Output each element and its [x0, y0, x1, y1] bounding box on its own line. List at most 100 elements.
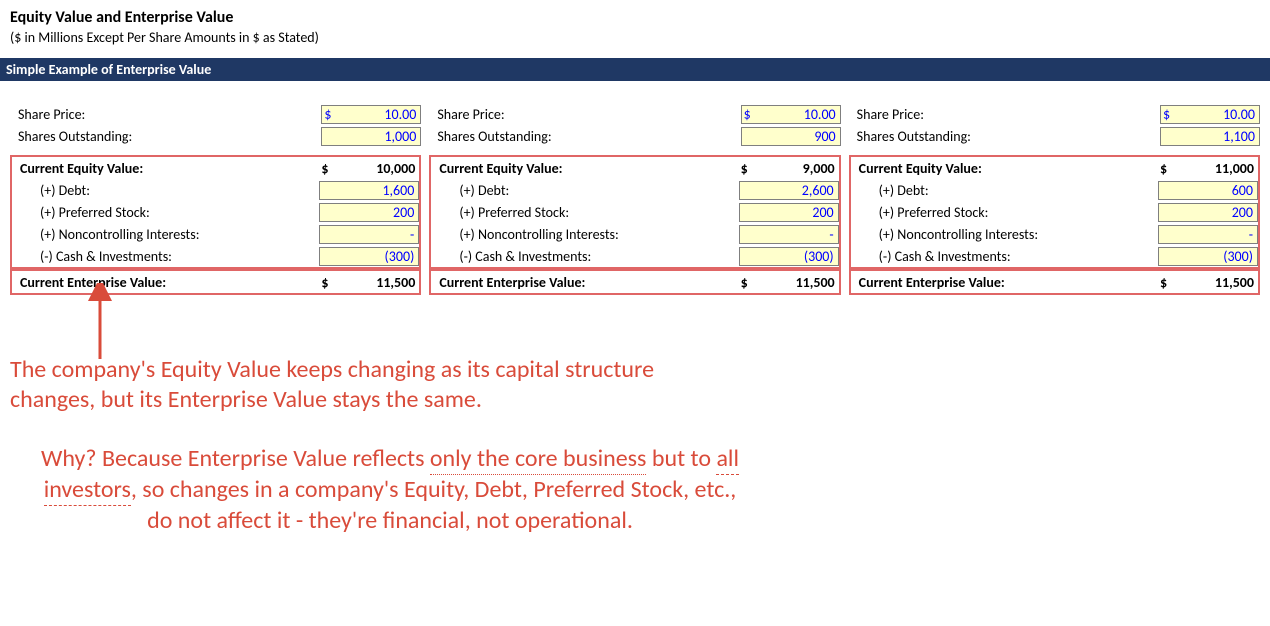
cell-enterprise-value: $ 11,500: [739, 274, 839, 291]
ev-row-box: Current Enterprise Value: $ 11,500: [849, 269, 1260, 295]
ann2-part-c: , so changes in a company's Equity, Debt…: [131, 475, 736, 535]
scenario-columns: Share Price: $ 10.00 Shares Outstanding:…: [0, 81, 1270, 295]
value-debt: 1,600: [320, 182, 414, 199]
label-nci: (+) Noncontrolling Interests:: [12, 226, 319, 243]
scenario-1: Share Price: $ 10.00 Shares Outstanding:…: [10, 103, 421, 295]
label-nci: (+) Noncontrolling Interests:: [851, 226, 1158, 243]
cell-debt: 1,600: [319, 181, 419, 200]
annotation-text-1: The company's Equity Value keeps changin…: [10, 355, 730, 415]
label-debt: (+) Debt:: [431, 182, 738, 199]
cell-debt: 2,600: [739, 181, 839, 200]
cell-equity-value: $ 11,000: [1158, 160, 1258, 177]
cell-preferred: 200: [319, 203, 419, 222]
cell-shares-outstanding: 1,000: [321, 127, 421, 146]
value-cash: (300): [1159, 248, 1253, 265]
currency-symbol: $: [322, 106, 337, 123]
value-enterprise-value: 11,500: [754, 274, 835, 291]
cell-share-price: $ 10.00: [741, 105, 841, 124]
value-nci: -: [740, 226, 834, 243]
label-enterprise-value: Current Enterprise Value:: [851, 274, 1158, 291]
label-enterprise-value: Current Enterprise Value:: [12, 274, 319, 291]
value-shares-outstanding: 900: [742, 128, 836, 145]
ev-row-box: Current Enterprise Value: $ 11,500: [429, 269, 840, 295]
currency-symbol: $: [1158, 160, 1173, 177]
calc-block: Current Equity Value: $ 10,000 (+) Debt:…: [10, 155, 421, 269]
cell-nci: -: [739, 225, 839, 244]
currency-symbol: $: [739, 160, 754, 177]
calc-block: Current Equity Value: $ 9,000 (+) Debt: …: [429, 155, 840, 269]
cell-cash: (300): [1158, 247, 1258, 266]
value-share-price: 10.00: [1176, 106, 1255, 123]
cell-cash: (300): [739, 247, 839, 266]
label-debt: (+) Debt:: [851, 182, 1158, 199]
value-preferred: 200: [740, 204, 834, 221]
scenario-3: Share Price: $ 10.00 Shares Outstanding:…: [849, 103, 1260, 295]
cell-nci: -: [319, 225, 419, 244]
currency-symbol: $: [1158, 274, 1173, 291]
label-share-price: Share Price:: [849, 106, 1160, 123]
cell-equity-value: $ 9,000: [739, 160, 839, 177]
currency-symbol: $: [319, 160, 334, 177]
currency-symbol: $: [319, 274, 334, 291]
cell-nci: -: [1158, 225, 1258, 244]
value-share-price: 10.00: [337, 106, 416, 123]
value-nci: -: [1159, 226, 1253, 243]
label-cash: (-) Cash & Investments:: [851, 248, 1158, 265]
ann2-underline-1: only the core business: [430, 444, 647, 475]
cell-share-price: $ 10.00: [1160, 105, 1260, 124]
label-debt: (+) Debt:: [12, 182, 319, 199]
label-preferred: (+) Preferred Stock:: [431, 204, 738, 221]
ann2-part-b: but to: [646, 444, 716, 473]
label-cash: (-) Cash & Investments:: [12, 248, 319, 265]
label-shares-outstanding: Shares Outstanding:: [849, 128, 1160, 145]
cell-shares-outstanding: 1,100: [1160, 127, 1260, 146]
label-equity-value: Current Equity Value:: [12, 160, 319, 177]
currency-symbol: $: [739, 274, 754, 291]
value-equity-value: 9,000: [754, 160, 835, 177]
cell-preferred: 200: [1158, 203, 1258, 222]
label-share-price: Share Price:: [429, 106, 740, 123]
label-enterprise-value: Current Enterprise Value:: [431, 274, 738, 291]
cell-preferred: 200: [739, 203, 839, 222]
cell-enterprise-value: $ 11,500: [1158, 274, 1258, 291]
page-title: Equity Value and Enterprise Value: [0, 0, 1270, 27]
label-equity-value: Current Equity Value:: [851, 160, 1158, 177]
page-subtitle: ($ in Millions Except Per Share Amounts …: [0, 27, 1270, 58]
value-equity-value: 10,000: [334, 160, 415, 177]
section-header: Simple Example of Enterprise Value: [0, 58, 1270, 81]
value-nci: -: [320, 226, 414, 243]
value-preferred: 200: [1159, 204, 1253, 221]
label-nci: (+) Noncontrolling Interests:: [431, 226, 738, 243]
label-equity-value: Current Equity Value:: [431, 160, 738, 177]
value-debt: 2,600: [740, 182, 834, 199]
value-shares-outstanding: 1,000: [322, 128, 416, 145]
cell-shares-outstanding: 900: [741, 127, 841, 146]
calc-block: Current Equity Value: $ 11,000 (+) Debt:…: [849, 155, 1260, 269]
value-shares-outstanding: 1,100: [1161, 128, 1255, 145]
ev-row-box: Current Enterprise Value: $ 11,500: [10, 269, 421, 295]
annotation-area: The company's Equity Value keeps changin…: [0, 295, 1270, 547]
value-cash: (300): [740, 248, 834, 265]
value-enterprise-value: 11,500: [1173, 274, 1254, 291]
annotation-text-2: Why? Because Enterprise Value reflects o…: [30, 443, 750, 537]
cell-cash: (300): [319, 247, 419, 266]
value-cash: (300): [320, 248, 414, 265]
value-preferred: 200: [320, 204, 414, 221]
cell-debt: 600: [1158, 181, 1258, 200]
value-debt: 600: [1159, 182, 1253, 199]
value-equity-value: 11,000: [1173, 160, 1254, 177]
cell-equity-value: $ 10,000: [319, 160, 419, 177]
currency-symbol: $: [742, 106, 757, 123]
cell-enterprise-value: $ 11,500: [319, 274, 419, 291]
label-shares-outstanding: Shares Outstanding:: [10, 128, 321, 145]
label-share-price: Share Price:: [10, 106, 321, 123]
arrow-icon: [80, 283, 120, 363]
label-cash: (-) Cash & Investments:: [431, 248, 738, 265]
label-preferred: (+) Preferred Stock:: [851, 204, 1158, 221]
scenario-2: Share Price: $ 10.00 Shares Outstanding:…: [429, 103, 840, 295]
label-shares-outstanding: Shares Outstanding:: [429, 128, 740, 145]
value-enterprise-value: 11,500: [334, 274, 415, 291]
cell-share-price: $ 10.00: [321, 105, 421, 124]
value-share-price: 10.00: [757, 106, 836, 123]
label-preferred: (+) Preferred Stock:: [12, 204, 319, 221]
